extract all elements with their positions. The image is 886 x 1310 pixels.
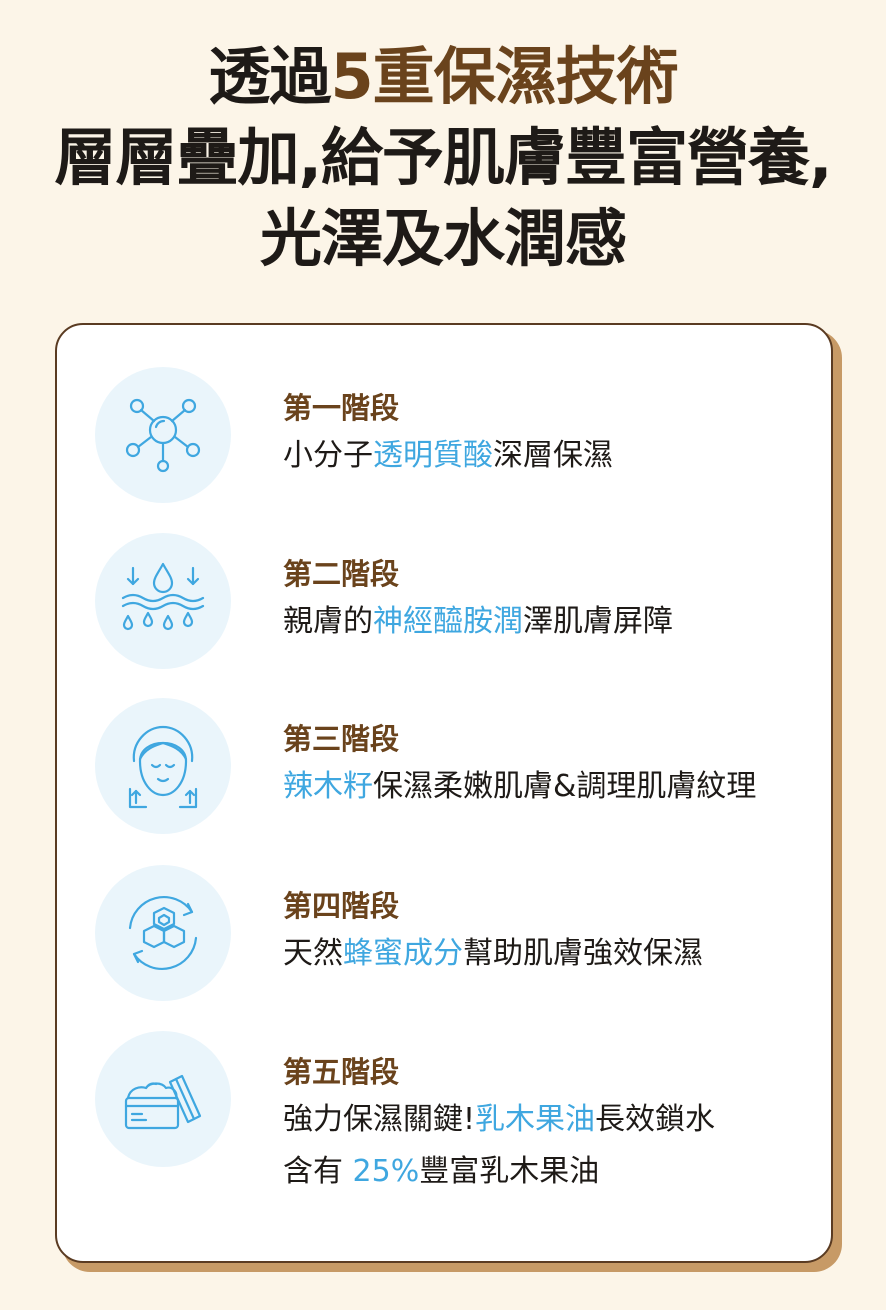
stage-5-title: 第五階段: [283, 1055, 400, 1089]
headline-line-2: 層層疊加,給予肌膚豐富營養,: [54, 121, 832, 194]
stage-3-title: 第三階段: [283, 722, 400, 756]
water-drops-icon: [95, 533, 231, 669]
stage-5-desc-line-2: 含有 25%豐富乳木果油: [283, 1149, 715, 1195]
stage-3-description: 辣木籽保濕柔嫩肌膚&調理肌膚紋理: [283, 764, 756, 810]
stage-1-desc-highlight: 透明質酸: [373, 438, 493, 473]
headline-line-1: 透過5重保濕技術: [0, 36, 886, 117]
stages-card: 第一階段 小分子透明質酸深層保濕 第二階段 親膚的神經醯胺潤澤肌膚屏障 第三階段…: [55, 323, 833, 1263]
stage-5: 第五階段 強力保濕關鍵!乳木果油長效鎖水 含有 25%豐富乳木果油: [57, 1031, 835, 1211]
headline-line-1-prefix: 透過: [208, 40, 331, 113]
stage-2: 第二階段 親膚的神經醯胺潤澤肌膚屏障: [57, 533, 835, 673]
stage-5-line2-highlight: 25%: [352, 1154, 420, 1189]
stage-4-desc-before: 天然: [283, 936, 343, 971]
stage-1-desc-before: 小分子: [283, 438, 373, 473]
stage-4-desc-after: 幫助肌膚強效保濕: [463, 936, 703, 971]
face-care-icon: [95, 698, 231, 834]
stage-5-desc-before: 強力保濕關鍵!: [283, 1102, 476, 1137]
headline: 透過5重保濕技術 層層疊加,給予肌膚豐富營養, 光澤及水潤感: [0, 36, 886, 279]
stage-5-line2-after: 豐富乳木果油: [419, 1154, 600, 1189]
stage-4-title: 第四階段: [283, 889, 400, 923]
stage-3-desc-highlight: 辣木籽: [283, 769, 373, 804]
headline-line-3: 光澤及水潤感: [259, 202, 627, 275]
stage-1: 第一階段 小分子透明質酸深層保濕: [57, 367, 835, 507]
stage-2-title: 第二階段: [283, 557, 400, 591]
stage-4: 第四階段 天然蜂蜜成分幫助肌膚強效保濕: [57, 865, 835, 1005]
stage-1-title: 第一階段: [283, 391, 400, 425]
cream-jar-icon: [95, 1031, 231, 1167]
stage-5-line2-before: 含有: [283, 1154, 353, 1189]
headline-accent: 5重保濕技術: [330, 40, 678, 113]
honeycomb-icon: [95, 865, 231, 1001]
stage-2-description: 親膚的神經醯胺潤澤肌膚屏障: [283, 599, 673, 645]
stage-3-desc-after: 保濕柔嫩肌膚&調理肌膚紋理: [373, 769, 757, 804]
stage-4-description: 天然蜂蜜成分幫助肌膚強效保濕: [283, 931, 703, 977]
stage-5-desc-after: 長效鎖水: [595, 1102, 716, 1137]
stage-1-desc-after: 深層保濕: [493, 438, 613, 473]
stage-4-desc-highlight: 蜂蜜成分: [343, 936, 463, 971]
molecule-icon: [95, 367, 231, 503]
stage-2-desc-before: 親膚的: [283, 604, 373, 639]
stage-5-description: 強力保濕關鍵!乳木果油長效鎖水 含有 25%豐富乳木果油: [283, 1097, 715, 1195]
stage-1-description: 小分子透明質酸深層保濕: [283, 433, 613, 479]
stage-5-desc-line-1: 強力保濕關鍵!乳木果油長效鎖水: [283, 1097, 715, 1143]
stage-2-desc-highlight: 神經醯胺潤: [373, 604, 523, 639]
stage-2-desc-after: 澤肌膚屏障: [523, 604, 673, 639]
stage-5-desc-highlight: 乳木果油: [475, 1102, 596, 1137]
stage-3: 第三階段 辣木籽保濕柔嫩肌膚&調理肌膚紋理: [57, 698, 835, 838]
